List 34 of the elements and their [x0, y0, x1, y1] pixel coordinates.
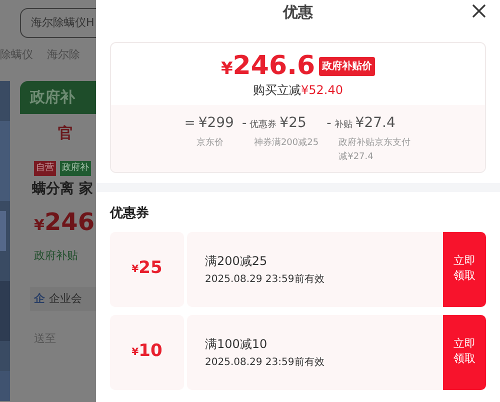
- breakdown-amount: ¥25: [280, 114, 306, 133]
- coupon-validity: 2025.08.29 23:59前有效: [205, 356, 326, 370]
- breakdown-amount: ¥27.4: [355, 114, 396, 133]
- close-icon[interactable]: [472, 4, 486, 18]
- breakdown-note: 政府补贴京东支付减¥27.4: [338, 137, 412, 164]
- price-tag: 政府补贴价: [319, 56, 376, 76]
- product-title: 螨分离 家: [32, 180, 94, 199]
- coupon-amount: ¥10: [110, 314, 184, 390]
- coupon-validity: 2025.08.29 23:59前有效: [205, 272, 326, 286]
- coupon-condition: 满200减25: [205, 252, 268, 270]
- section-title: 优惠券: [110, 205, 150, 223]
- enterprise-icon: 企: [34, 290, 45, 307]
- breakdown-label: 补贴: [334, 119, 352, 132]
- subsidy-banner: 政府补: [20, 80, 96, 114]
- member-label: 企业会: [49, 290, 82, 306]
- saving-text: 购买立减¥52.40: [253, 82, 343, 99]
- breakdown-note: 神券满200减25: [252, 137, 319, 150]
- coupon-amount: ¥25: [110, 232, 184, 306]
- operator-sign: -: [326, 115, 332, 133]
- product-tag: 自营: [34, 161, 56, 176]
- claim-button[interactable]: 立即领取: [443, 314, 486, 390]
- breakdown-amount: ¥299: [198, 114, 234, 133]
- claim-button[interactable]: 立即领取: [443, 232, 486, 306]
- breakdown-label: 优惠券: [250, 119, 277, 132]
- sheet-title: 优惠: [283, 2, 313, 23]
- operator-sign: =: [184, 115, 196, 133]
- operator-sign: -: [242, 115, 247, 133]
- official-label: 官: [58, 122, 74, 144]
- breakdown-note: 京东价: [195, 137, 224, 150]
- coupon-condition: 满100减10: [205, 336, 268, 352]
- product-tag: 政府补: [60, 161, 91, 176]
- product-price: ¥246: [34, 210, 96, 234]
- final-price: ¥246.6: [220, 53, 316, 79]
- subsidy-label: 政府补贴: [34, 248, 79, 264]
